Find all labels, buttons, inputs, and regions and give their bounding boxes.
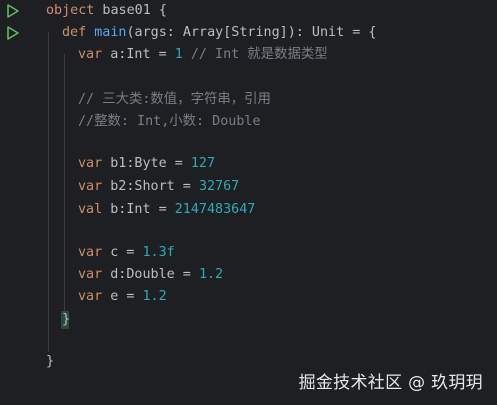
- code-line: }: [46, 354, 55, 369]
- code-line: val b:Int = 2147483647: [78, 202, 256, 217]
- code-comment: //整数: Int,小数: Double: [78, 114, 261, 129]
- code-line: object base01 {: [46, 3, 167, 18]
- code-line: var d:Double = 1.2: [78, 267, 224, 282]
- code-line: var a:Int = 1 // Int 就是数据类型: [78, 47, 328, 62]
- code-line: var e = 1.2: [78, 289, 167, 304]
- code-area[interactable]: object base01 { def main(args: Array[Str…: [0, 0, 497, 405]
- code-comment: // 三大类:数值，字符串，引用: [78, 92, 271, 107]
- code-line: def main(args: Array[String]): Unit = {: [62, 25, 377, 40]
- code-line: var b1:Byte = 127: [78, 156, 216, 171]
- code-line: }: [62, 312, 71, 327]
- code-line: var b2:Short = 32767: [78, 179, 240, 194]
- watermark-text: 掘金技术社区 @ 玖玥玥: [298, 373, 483, 393]
- code-line: var c = 1.3f: [78, 245, 175, 260]
- code-editor[interactable]: object base01 { def main(args: Array[Str…: [0, 0, 497, 405]
